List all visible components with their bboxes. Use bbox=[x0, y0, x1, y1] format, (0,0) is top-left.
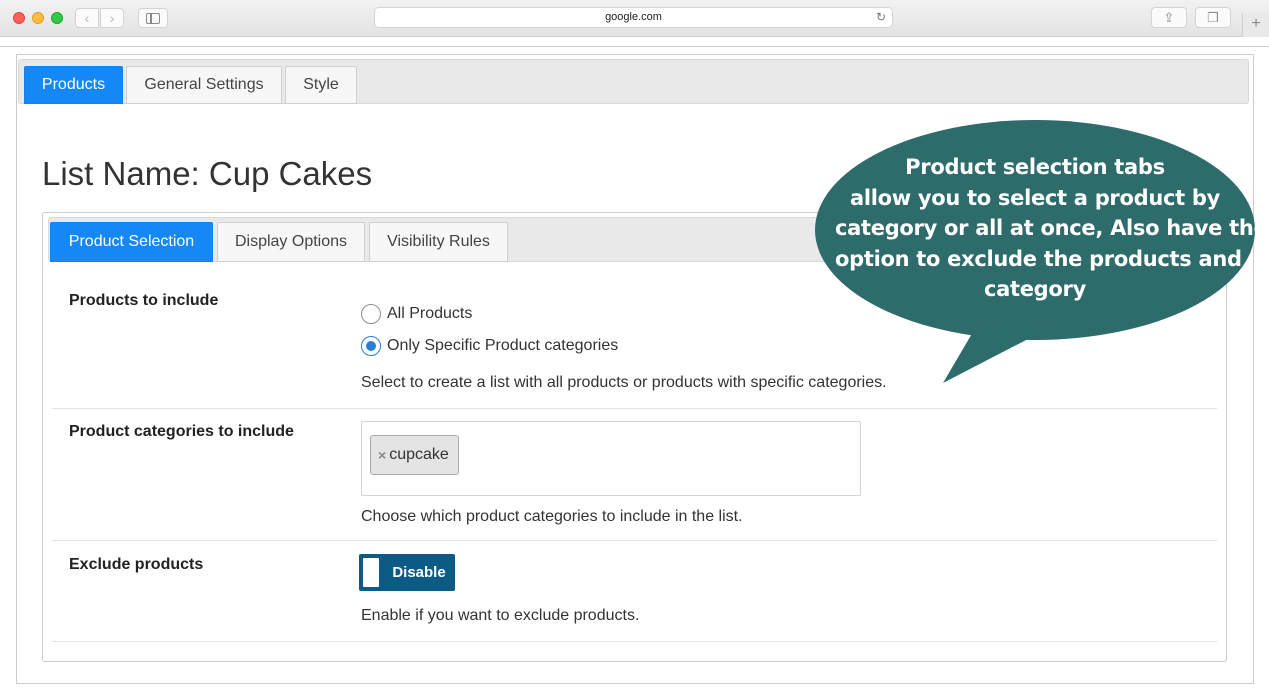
radio-label: All Products bbox=[387, 305, 473, 322]
callout-line: category or all at once, Also have the bbox=[835, 216, 1268, 240]
chip-label: cupcake bbox=[389, 446, 449, 463]
tab-products[interactable]: Products bbox=[24, 66, 123, 104]
tab-overview-button[interactable]: ❐ bbox=[1195, 7, 1231, 28]
categories-help: Choose which product categories to inclu… bbox=[361, 508, 743, 525]
tab-style[interactable]: Style bbox=[285, 66, 357, 104]
chevron-left-icon: ‹ bbox=[84, 10, 90, 26]
page-title: List Name: Cup Cakes bbox=[42, 155, 373, 192]
radio-all-products[interactable]: All Products bbox=[361, 303, 472, 325]
row-divider bbox=[52, 408, 1217, 409]
products-to-include-label: Products to include bbox=[69, 292, 219, 309]
new-tab-button[interactable]: + bbox=[1242, 13, 1269, 37]
close-window-icon[interactable] bbox=[13, 12, 25, 24]
radio-label: Only Specific Product categories bbox=[387, 337, 619, 354]
radio-specific-categories[interactable]: Only Specific Product categories bbox=[361, 335, 618, 357]
url-text: google.com bbox=[605, 11, 662, 23]
tab-product-selection[interactable]: Product Selection bbox=[50, 222, 213, 262]
row-divider bbox=[52, 641, 1217, 642]
tab-visibility-rules[interactable]: Visibility Rules bbox=[369, 222, 508, 262]
divider bbox=[0, 46, 1269, 47]
chevron-right-icon: › bbox=[109, 10, 115, 26]
tab-display-options[interactable]: Display Options bbox=[217, 222, 365, 262]
callout-line: option to exclude the products and bbox=[835, 246, 1242, 271]
category-chip: × cupcake bbox=[370, 435, 459, 475]
browser-toolbar: ‹ › google.com ↻ ⇪ ❐ + bbox=[0, 0, 1269, 37]
radio-button-checked[interactable] bbox=[361, 336, 381, 356]
remove-chip-icon[interactable]: × bbox=[378, 447, 386, 463]
address-bar[interactable]: google.com ↻ bbox=[374, 7, 893, 28]
reload-icon[interactable]: ↻ bbox=[876, 8, 886, 27]
sidebar-toggle-button[interactable] bbox=[138, 8, 168, 28]
row-divider bbox=[52, 540, 1217, 541]
minimize-window-icon[interactable] bbox=[32, 12, 44, 24]
exclude-products-label: Exclude products bbox=[69, 556, 204, 573]
tab-general-settings[interactable]: General Settings bbox=[126, 66, 282, 104]
back-button[interactable]: ‹ bbox=[75, 8, 99, 28]
callout-line: Product selection tabs bbox=[905, 155, 1165, 179]
toggle-state-label: Disable bbox=[392, 564, 446, 581]
callout-line: category bbox=[983, 277, 1086, 301]
products-to-include-help: Select to create a list with all product… bbox=[361, 374, 887, 391]
category-multiselect[interactable]: × cupcake bbox=[361, 421, 861, 496]
tabs-icon: ❐ bbox=[1207, 10, 1219, 25]
exclude-products-help: Enable if you want to exclude products. bbox=[361, 607, 640, 624]
zoom-window-icon[interactable] bbox=[51, 12, 63, 24]
categories-to-include-label: Product categories to include bbox=[69, 423, 294, 440]
toggle-knob bbox=[363, 558, 379, 587]
share-icon: ⇪ bbox=[1163, 10, 1175, 25]
radio-button[interactable] bbox=[361, 304, 381, 324]
annotation-callout: Product selection tabs allow you to sele… bbox=[815, 120, 1268, 383]
callout-line: allow you to select a product by bbox=[849, 185, 1221, 210]
plus-icon: + bbox=[1251, 15, 1261, 32]
exclude-products-toggle[interactable]: Disable bbox=[359, 554, 455, 591]
callout-text: Product selection tabs allow you to sele… bbox=[835, 152, 1268, 305]
forward-button[interactable]: › bbox=[100, 8, 124, 28]
share-button[interactable]: ⇪ bbox=[1151, 7, 1187, 28]
sidebar-icon bbox=[146, 13, 160, 24]
